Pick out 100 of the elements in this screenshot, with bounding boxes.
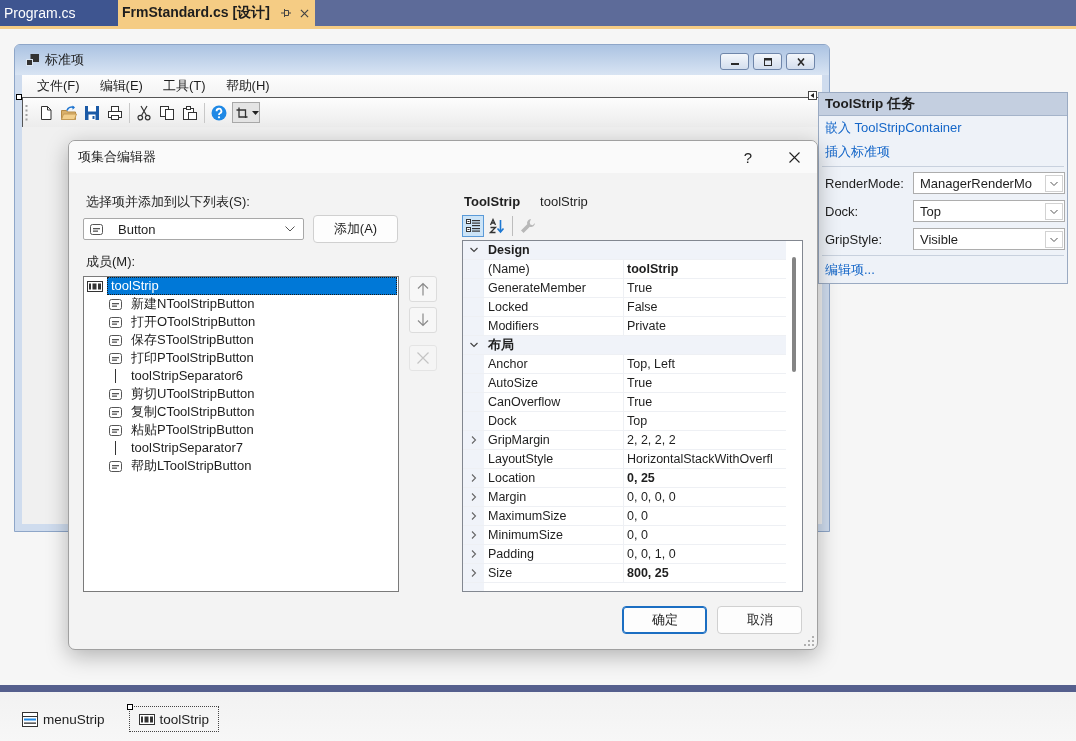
editor-tab[interactable]: FrmStandard.cs [设计] — [118, 0, 315, 26]
property-label: GripStyle: — [825, 231, 884, 247]
property-value[interactable]: Top, Left — [627, 357, 675, 371]
maximize-button[interactable] — [753, 53, 782, 70]
action-link[interactable]: 编辑项... — [825, 261, 875, 279]
toolstrip-icon — [87, 280, 103, 292]
ok-button[interactable]: 确定 — [622, 606, 707, 634]
property-dropdown[interactable]: Visible — [913, 228, 1065, 250]
property-value[interactable]: toolStrip — [627, 262, 679, 276]
chevron-icon[interactable] — [468, 245, 479, 255]
button-item-icon — [109, 298, 122, 310]
tree-item[interactable]: 复制CToolStripButton — [131, 403, 255, 421]
action-link[interactable]: 嵌入 ToolStripContainer — [825, 119, 962, 137]
cut-icon[interactable] — [135, 104, 152, 121]
property-value[interactable]: Private — [627, 319, 666, 333]
action-link[interactable]: 插入标准项 — [825, 143, 890, 161]
property-label: Dock: — [825, 203, 860, 219]
resize-grip-icon[interactable] — [804, 636, 814, 646]
minimize-button[interactable] — [720, 53, 749, 70]
cancel-button[interactable]: 取消 — [717, 606, 802, 634]
add-item-split-button[interactable] — [232, 102, 260, 123]
close-button[interactable] — [786, 53, 815, 70]
tree-item[interactable]: 新建NToolStripButton — [131, 295, 255, 313]
button-item-icon — [109, 388, 122, 400]
category-label: Design — [487, 242, 530, 259]
open-folder-icon[interactable] — [60, 104, 77, 121]
property-name: AutoSize — [488, 376, 539, 390]
tree-item[interactable]: 帮助LToolStripButton — [131, 457, 252, 475]
toolbar-item-icon — [236, 106, 248, 119]
panel-title: ToolStrip 任务 — [819, 93, 1067, 116]
menu-item[interactable]: 编辑(E) — [89, 75, 153, 97]
chevron-down-icon — [1045, 230, 1063, 248]
add-button[interactable]: 添加(A) — [313, 215, 398, 243]
categorized-view-button[interactable] — [462, 215, 484, 237]
property-value[interactable]: 0, 0, 0, 0 — [627, 490, 676, 504]
toolstrip-icon — [138, 713, 155, 725]
button-item-icon — [109, 424, 122, 436]
grip-icon[interactable] — [25, 103, 28, 122]
field-label: 成员(M): — [85, 253, 136, 270]
copy-icon[interactable] — [158, 104, 175, 121]
item-type-dropdown[interactable]: Button — [83, 218, 304, 240]
property-value[interactable]: 800, 25 — [627, 566, 669, 580]
tree-item[interactable]: 保存SToolStripButton — [131, 331, 254, 349]
menu-item[interactable]: 文件(F) — [27, 75, 90, 97]
property-value[interactable]: True — [627, 376, 653, 390]
close-icon — [788, 151, 800, 163]
property-value[interactable]: True — [627, 395, 653, 409]
property-value[interactable]: 2, 2, 2, 2 — [627, 433, 676, 447]
help-button[interactable]: ? — [725, 141, 771, 173]
window-icon — [26, 54, 39, 66]
property-value[interactable]: Top — [627, 414, 648, 428]
property-value[interactable]: 0, 0, 1, 0 — [627, 547, 676, 561]
window-title: 标准项 — [45, 51, 84, 69]
tree-item[interactable]: toolStripSeparator6 — [131, 367, 243, 385]
property-dropdown[interactable]: ManagerRenderMo — [913, 172, 1065, 194]
menu-item[interactable]: 工具(T) — [152, 75, 216, 97]
selection-handle-icon[interactable] — [126, 704, 133, 710]
pin-icon[interactable] — [280, 8, 291, 18]
tree-item[interactable]: 打开OToolStripButton — [131, 313, 256, 331]
menu-item[interactable]: 帮助(H) — [215, 75, 280, 97]
property-name: LayoutStyle — [488, 452, 554, 466]
paste-icon[interactable] — [181, 104, 198, 121]
caret-icon — [252, 110, 259, 115]
button-item-icon — [90, 223, 103, 235]
tray-component[interactable]: menuStrip — [12, 706, 115, 732]
tree-item[interactable]: toolStrip — [107, 277, 397, 295]
print-icon[interactable] — [106, 104, 123, 121]
property-value[interactable]: 0, 0 — [627, 528, 648, 542]
property-value[interactable]: HorizontalStackWithOverfl — [627, 452, 773, 466]
tree-item[interactable]: 粘贴PToolStripButton — [131, 421, 254, 439]
property-name: CanOverflow — [488, 395, 561, 409]
selection-handle-icon[interactable] — [16, 94, 22, 100]
property-value[interactable]: 0, 0 — [627, 509, 648, 523]
component-name: toolStrip — [540, 194, 588, 209]
property-dropdown[interactable]: Top — [913, 200, 1065, 222]
property-name: Padding — [488, 547, 534, 561]
property-value[interactable]: False — [627, 300, 658, 314]
tray-component[interactable]: toolStrip — [128, 706, 220, 732]
chevron-icon[interactable] — [468, 340, 479, 350]
help-icon[interactable] — [210, 104, 227, 121]
property-name: Modifiers — [488, 319, 539, 333]
property-name: Dock — [488, 414, 517, 428]
tree-item[interactable]: 剪切UToolStripButton — [131, 385, 255, 403]
wrench-icon — [520, 218, 536, 234]
scrollbar[interactable] — [792, 257, 796, 372]
save-icon[interactable] — [83, 104, 100, 121]
smart-tag-icon[interactable] — [808, 91, 817, 100]
close-icon[interactable] — [299, 8, 309, 18]
menu-strip-icon — [22, 711, 38, 727]
button-item-icon — [109, 352, 122, 364]
property-name: GripMargin — [488, 433, 550, 447]
tree-item[interactable]: 打印PToolStripButton — [131, 349, 254, 367]
tree-item[interactable]: toolStripSeparator7 — [131, 439, 243, 457]
property-value[interactable]: True — [627, 281, 653, 295]
property-value[interactable]: 0, 25 — [627, 471, 655, 485]
editor-tab[interactable]: Program.cs — [0, 0, 118, 26]
arrow-down-icon — [416, 313, 430, 327]
button-item-icon — [109, 460, 122, 472]
category-label: 布局 — [487, 337, 514, 354]
property-name: MinimumSize — [488, 528, 563, 542]
